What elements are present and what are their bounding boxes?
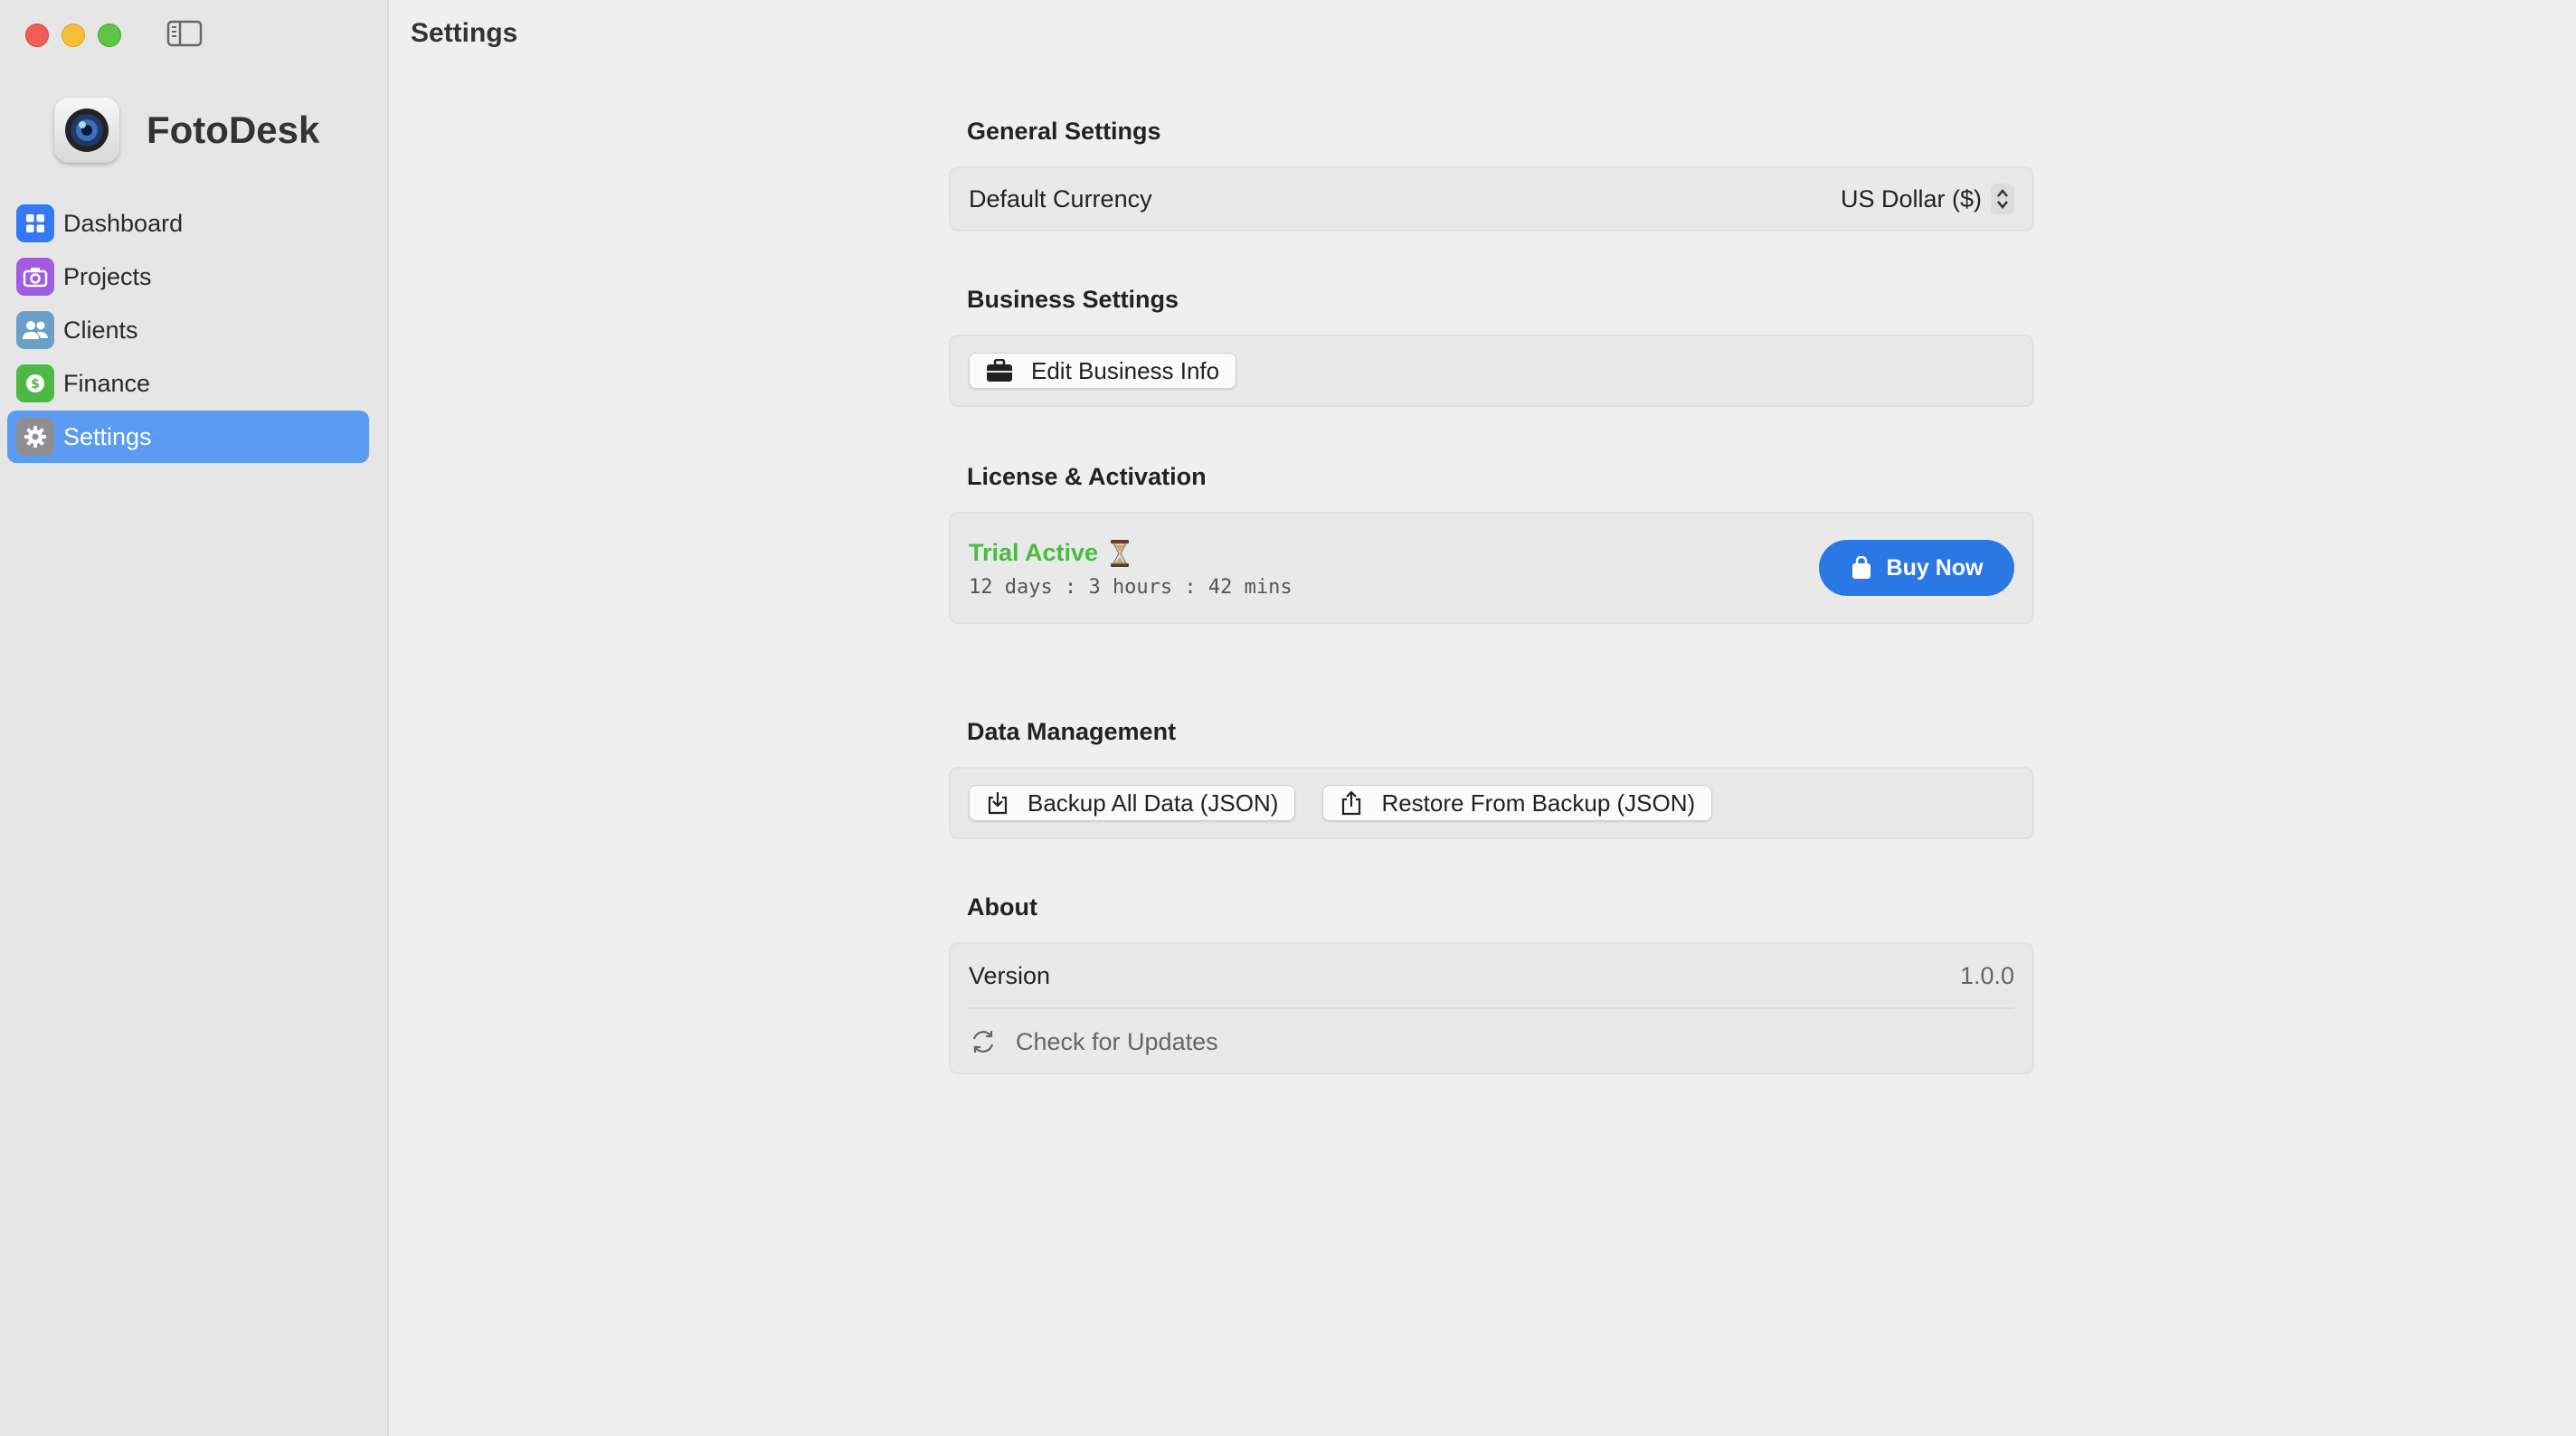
sidebar-item-finance[interactable]: $ Finance <box>7 357 369 410</box>
app-brand: FotoDesk <box>54 98 319 163</box>
version-label: Version <box>969 961 1051 989</box>
hourglass-icon <box>1111 539 1130 567</box>
sidebar-nav: Dashboard Projects Clients $ Finance Set… <box>7 197 369 464</box>
backup-data-label: Backup All Data (JSON) <box>1028 789 1279 817</box>
check-updates-button[interactable]: Check for Updates <box>951 1009 2032 1074</box>
section-title-business: Business Settings <box>967 286 1179 313</box>
svg-text:$: $ <box>31 377 40 392</box>
sidebar-item-clients[interactable]: Clients <box>7 304 369 356</box>
share-upload-icon <box>1342 790 1361 816</box>
minimize-window-button[interactable] <box>62 24 85 47</box>
sidebar: FotoDesk Dashboard Projects Clients $ Fi… <box>0 0 389 1436</box>
license-card: Trial Active 12 days : 3 hours : 42 mins <box>949 512 2034 624</box>
business-settings-card: Edit Business Info <box>949 335 2034 407</box>
people-icon <box>16 311 54 349</box>
trial-info: Trial Active 12 days : 3 hours : 42 mins <box>969 538 1293 599</box>
section-title-license: License & Activation <box>967 463 1207 490</box>
currency-select[interactable]: US Dollar ($) <box>1841 184 2014 214</box>
section-title-general: General Settings <box>967 118 1161 145</box>
up-down-chevron-icon <box>1991 184 2014 214</box>
settings-content: General Settings Default Currency US Dol… <box>949 118 2034 1074</box>
check-updates-label: Check for Updates <box>1016 1027 1218 1055</box>
money-icon: $ <box>16 364 54 402</box>
sidebar-item-projects[interactable]: Projects <box>7 250 369 303</box>
data-management-card: Backup All Data (JSON) Restore From Back… <box>949 767 2034 839</box>
about-card: Version 1.0.0 Check for Updates <box>949 942 2034 1074</box>
grid-icon <box>16 204 54 242</box>
sidebar-item-label: Settings <box>63 422 152 450</box>
edit-business-info-label: Edit Business Info <box>1031 356 1220 384</box>
sidebar-item-settings[interactable]: Settings <box>7 411 369 463</box>
sidebar-item-dashboard[interactable]: Dashboard <box>7 197 369 250</box>
section-title-about: About <box>967 893 1037 921</box>
backup-data-button[interactable]: Backup All Data (JSON) <box>969 785 1296 821</box>
app-name: FotoDesk <box>147 109 320 151</box>
maximize-window-button[interactable] <box>98 24 121 47</box>
sidebar-toggle-icon[interactable] <box>166 20 203 47</box>
camera-icon <box>16 258 54 296</box>
shopping-bag-icon <box>1852 556 1870 579</box>
version-value: 1.0.0 <box>1959 961 2014 989</box>
general-settings-card: Default Currency US Dollar ($) <box>949 166 2034 231</box>
sidebar-item-label: Projects <box>63 262 152 290</box>
currency-select-value: US Dollar ($) <box>1840 184 1982 213</box>
edit-business-info-button[interactable]: Edit Business Info <box>969 353 1237 389</box>
buy-now-button[interactable]: Buy Now <box>1819 540 2014 596</box>
default-currency-label: Default Currency <box>969 184 1152 213</box>
app-logo-icon <box>54 98 119 163</box>
restore-backup-button[interactable]: Restore From Backup (JSON) <box>1322 785 1713 821</box>
trial-countdown: 12 days : 3 hours : 42 mins <box>969 575 1293 599</box>
download-icon <box>988 792 1008 815</box>
gear-icon <box>16 418 54 456</box>
section-title-data-management: Data Management <box>967 718 1177 745</box>
sidebar-item-label: Clients <box>63 316 138 344</box>
restore-backup-label: Restore From Backup (JSON) <box>1381 789 1696 817</box>
buy-now-label: Buy Now <box>1886 554 1984 581</box>
sidebar-item-label: Dashboard <box>63 209 184 237</box>
page-title: Settings <box>411 18 518 48</box>
sidebar-item-label: Finance <box>63 369 151 397</box>
close-window-button[interactable] <box>25 24 49 47</box>
trial-status-text: Trial Active <box>969 539 1099 566</box>
briefcase-icon <box>987 359 1012 382</box>
refresh-icon <box>972 1031 994 1053</box>
